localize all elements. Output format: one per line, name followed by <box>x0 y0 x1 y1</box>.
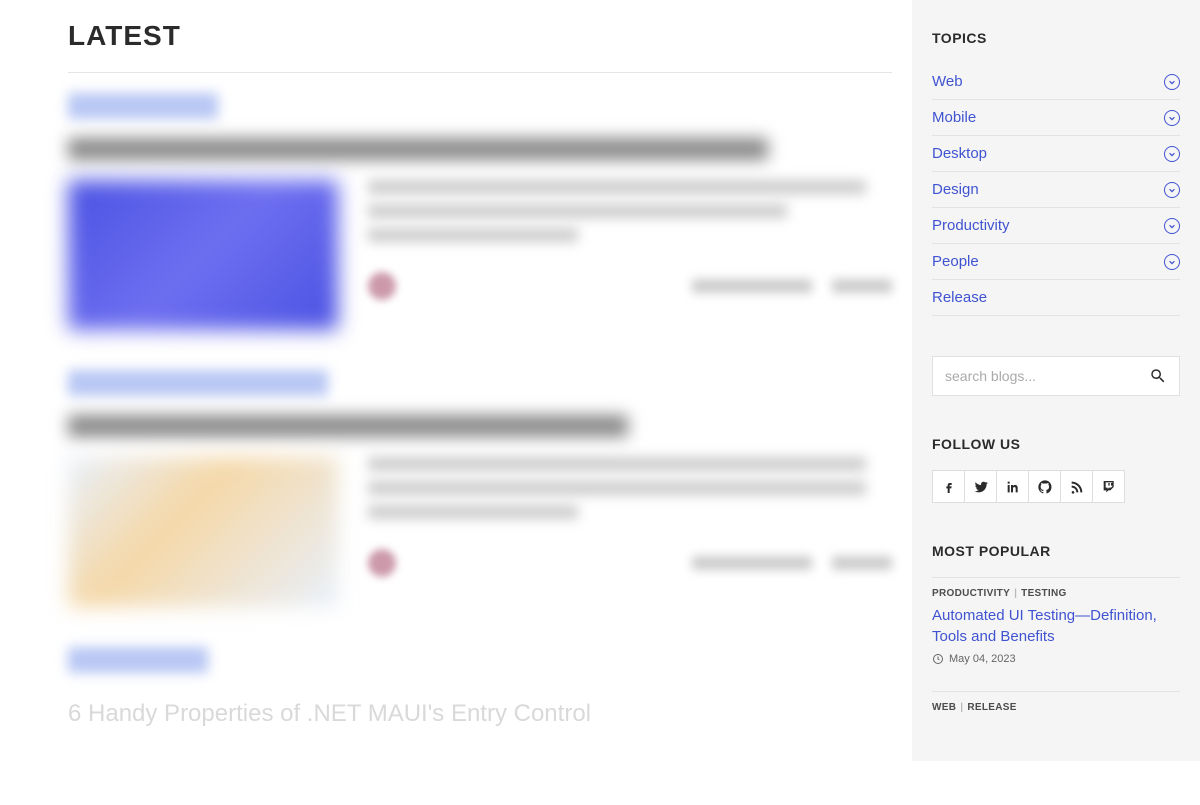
search-box[interactable] <box>932 356 1180 396</box>
blurred-text <box>368 481 866 495</box>
blurred-tag <box>68 370 328 396</box>
blurred-text <box>368 505 578 519</box>
blurred-text <box>368 204 787 218</box>
topic-item-release[interactable]: Release <box>932 280 1180 316</box>
blurred-meta <box>832 279 892 293</box>
follow-heading: FOLLOW US <box>932 436 1180 452</box>
github-icon[interactable] <box>1028 470 1061 503</box>
popular-post: WEB|RELEASE <box>932 702 1180 731</box>
blurred-text <box>368 228 578 242</box>
topic-label: Productivity <box>932 217 1010 234</box>
post-blurred <box>68 93 892 330</box>
blurred-meta <box>832 556 892 570</box>
topic-list: Web Mobile Desktop Design Productivity People… <box>932 64 1180 316</box>
blurred-tag <box>68 93 218 119</box>
post-partial: 6 Handy Properties of .NET MAUI's Entry … <box>68 647 892 728</box>
blurred-text <box>368 457 866 471</box>
topic-item-design[interactable]: Design <box>932 172 1180 208</box>
chevron-down-icon[interactable] <box>1164 110 1180 126</box>
topic-item-mobile[interactable]: Mobile <box>932 100 1180 136</box>
clock-icon <box>932 653 944 665</box>
linkedin-icon[interactable] <box>996 470 1029 503</box>
popular-date: May 04, 2023 <box>932 653 1180 665</box>
blurred-thumbnail <box>68 457 338 607</box>
blurred-tag <box>68 647 208 673</box>
chevron-down-icon[interactable] <box>1164 182 1180 198</box>
social-row <box>932 470 1180 503</box>
blurred-meta <box>692 279 812 293</box>
latest-heading: LATEST <box>68 20 892 52</box>
popular-post: PRODUCTIVITY|TESTING Automated UI Testin… <box>932 588 1180 677</box>
topics-heading: TOPICS <box>932 30 1180 46</box>
main-content: LATEST <box>0 0 912 761</box>
topic-label: Mobile <box>932 109 976 126</box>
topic-item-productivity[interactable]: Productivity <box>932 208 1180 244</box>
divider <box>932 577 1180 578</box>
topic-label: Web <box>932 73 963 90</box>
chevron-down-icon[interactable] <box>1164 218 1180 234</box>
twitter-icon[interactable] <box>964 470 997 503</box>
sidebar: TOPICS Web Mobile Desktop Design Productivit… <box>912 0 1200 761</box>
blurred-text <box>368 180 866 194</box>
search-input[interactable] <box>945 368 1149 384</box>
popular-heading: MOST POPULAR <box>932 543 1180 559</box>
twitch-icon[interactable] <box>1092 470 1125 503</box>
chevron-down-icon[interactable] <box>1164 146 1180 162</box>
popular-title-link[interactable]: Automated UI Testing—Definition, Tools a… <box>932 605 1180 647</box>
blurred-title <box>68 415 628 437</box>
popular-tags: PRODUCTIVITY|TESTING <box>932 588 1180 599</box>
chevron-down-icon[interactable] <box>1164 74 1180 90</box>
divider <box>68 72 892 73</box>
topic-label: Design <box>932 181 979 198</box>
topic-item-desktop[interactable]: Desktop <box>932 136 1180 172</box>
post-title[interactable]: 6 Handy Properties of .NET MAUI's Entry … <box>68 700 892 728</box>
search-icon[interactable] <box>1149 367 1167 385</box>
chevron-down-icon[interactable] <box>1164 254 1180 270</box>
facebook-icon[interactable] <box>932 470 965 503</box>
divider <box>932 691 1180 692</box>
post-blurred <box>68 370 892 607</box>
blurred-title <box>68 138 768 160</box>
topic-item-web[interactable]: Web <box>932 64 1180 100</box>
blurred-avatar <box>368 549 396 577</box>
topic-label: People <box>932 253 979 270</box>
popular-tags: WEB|RELEASE <box>932 702 1180 713</box>
blurred-avatar <box>368 272 396 300</box>
rss-icon[interactable] <box>1060 470 1093 503</box>
topic-item-people[interactable]: People <box>932 244 1180 280</box>
blurred-meta <box>692 556 812 570</box>
blurred-thumbnail <box>68 180 338 330</box>
topic-label: Desktop <box>932 145 987 162</box>
topic-label: Release <box>932 289 987 306</box>
